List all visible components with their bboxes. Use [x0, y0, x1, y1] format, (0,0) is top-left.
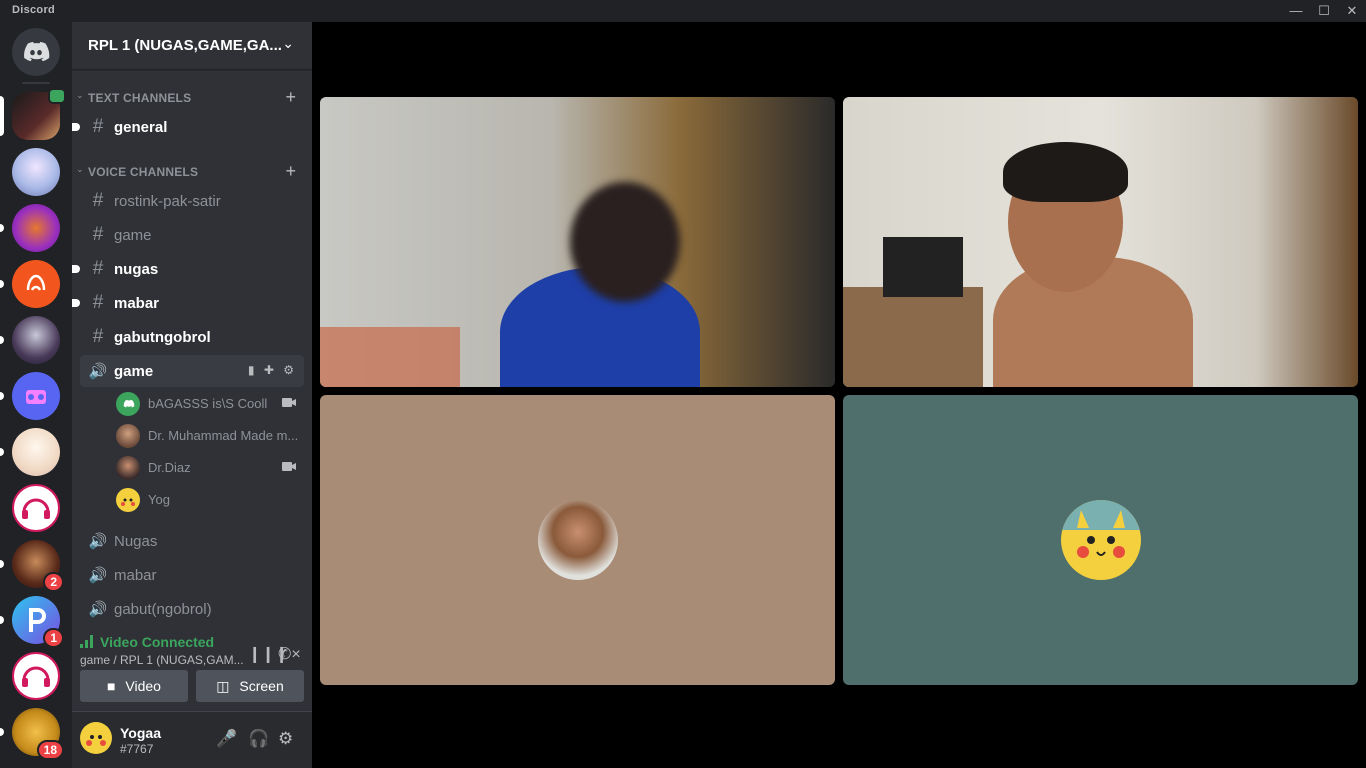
server-icon[interactable]: [0, 316, 60, 364]
screen-share-button[interactable]: ◫ Screen: [196, 670, 304, 702]
channel-general[interactable]: # general: [72, 111, 304, 143]
speaker-icon: 🔊: [88, 363, 108, 380]
guild-header[interactable]: RPL 1 (NUGAS,GAME,GA... ⌄: [72, 22, 312, 70]
video-active-icon: [48, 88, 66, 104]
camera-icon: [282, 398, 296, 407]
server-icon[interactable]: [12, 484, 60, 532]
category-voice-channels[interactable]: ⌄ VOICE CHANNELS +: [72, 161, 312, 182]
chevron-down-icon: ⌄: [76, 90, 84, 100]
home-button[interactable]: [12, 28, 60, 76]
add-channel-icon[interactable]: +: [285, 87, 296, 108]
channel-rostink-pak-satir[interactable]: # rostink-pak-satir: [80, 185, 304, 217]
voice-user[interactable]: bAGASSS is\S Cooll: [108, 390, 304, 418]
hash-icon: #: [92, 116, 104, 137]
channel-mabar[interactable]: # mabar: [72, 287, 304, 319]
camera-icon: ■: [107, 678, 116, 694]
voice-channel-gabut-ngobrol[interactable]: 🔊 gabut(ngobrol): [80, 593, 304, 625]
server-icon-active[interactable]: [0, 88, 66, 140]
chevron-down-icon: ⌄: [76, 164, 84, 174]
speaker-icon: 🔊: [88, 533, 108, 550]
channel-sidebar: RPL 1 (NUGAS,GAME,GA... ⌄ ⌄ TEXT CHANNEL…: [72, 22, 312, 768]
mention-badge: 2: [43, 572, 64, 592]
speaker-icon: 🔊: [88, 601, 108, 618]
voice-channel-game[interactable]: 🔊 game ▮ ✚ ⚙: [80, 355, 304, 387]
video-button[interactable]: ■ Video: [80, 670, 188, 702]
audio-tile[interactable]: [320, 395, 835, 685]
minimize-icon[interactable]: —: [1282, 0, 1310, 22]
user-avatar[interactable]: [80, 722, 112, 754]
voice-channel-mabar[interactable]: 🔊 mabar: [80, 559, 304, 591]
unread-indicator: [72, 299, 80, 307]
disconnect-icon[interactable]: ✆×: [278, 644, 301, 664]
server-icon[interactable]: [0, 260, 60, 308]
chevron-down-icon: ⌄: [282, 35, 294, 51]
camera-icon: [282, 462, 296, 471]
hash-icon: #: [92, 292, 104, 313]
headphones-icon[interactable]: 🎧: [248, 729, 269, 749]
gear-icon[interactable]: ⚙: [283, 363, 294, 377]
signal-icon[interactable]: [80, 635, 94, 648]
maximize-icon[interactable]: ☐: [1310, 0, 1338, 22]
screen-share-icon: ◫: [216, 678, 230, 694]
hash-icon: #: [92, 224, 104, 245]
unread-indicator: [72, 123, 80, 131]
server-list: 2 1 18: [0, 22, 72, 768]
hash-icon: #: [92, 190, 104, 211]
video-grid: [312, 22, 1366, 768]
voice-channel-nugas[interactable]: 🔊 Nugas: [80, 525, 304, 557]
voice-user[interactable]: Yog: [108, 486, 304, 514]
chat-icon[interactable]: ▮: [248, 363, 255, 377]
channel-game-text[interactable]: # game: [80, 219, 304, 251]
avatar: [116, 424, 140, 448]
close-icon[interactable]: ✕: [1338, 0, 1366, 22]
video-tile[interactable]: [320, 97, 835, 387]
voice-connection-panel: Video Connected game / RPL 1 (NUGAS,GAM.…: [72, 628, 312, 712]
voice-status[interactable]: Video Connected: [100, 634, 214, 650]
avatar: [116, 456, 140, 480]
app-title: Discord: [12, 4, 56, 16]
speaker-icon: 🔊: [88, 567, 108, 584]
server-separator: [22, 82, 50, 84]
server-icon[interactable]: [0, 372, 60, 420]
user-panel: Yogaa #7767 🎤 🎧 ⚙: [72, 712, 312, 768]
mention-badge: 18: [36, 740, 64, 760]
server-icon[interactable]: [12, 148, 60, 196]
title-bar: Discord — ☐ ✕: [0, 0, 1366, 22]
server-icon[interactable]: [0, 204, 60, 252]
avatar: [116, 392, 140, 416]
guild-name: RPL 1 (NUGAS,GAME,GA...: [88, 37, 282, 54]
mention-badge: 1: [43, 628, 64, 648]
hash-icon: #: [92, 326, 104, 347]
avatar: [116, 488, 140, 512]
audio-tile[interactable]: [843, 395, 1358, 685]
hash-icon: #: [92, 258, 104, 279]
user-tag: #7767: [120, 742, 154, 756]
add-channel-icon[interactable]: +: [285, 161, 296, 182]
selected-indicator: [0, 96, 4, 136]
participant-avatar: [1060, 500, 1141, 580]
server-icon[interactable]: 2: [0, 540, 64, 592]
username: Yogaa: [120, 725, 161, 741]
server-icon[interactable]: [0, 428, 60, 476]
server-icon[interactable]: 18: [0, 708, 64, 760]
voice-user[interactable]: Dr.Diaz: [108, 454, 304, 482]
gear-icon[interactable]: ⚙: [278, 729, 293, 749]
unread-indicator: [72, 265, 80, 273]
server-icon[interactable]: 1: [0, 596, 64, 648]
voice-location[interactable]: game / RPL 1 (NUGAS,GAM...: [80, 653, 244, 667]
channel-nugas[interactable]: # nugas: [72, 253, 304, 285]
microphone-icon[interactable]: 🎤: [216, 729, 237, 749]
channel-gabutngobrol[interactable]: # gabutngobrol: [80, 321, 304, 353]
category-text-channels[interactable]: ⌄ TEXT CHANNELS +: [72, 87, 312, 108]
video-tile[interactable]: [843, 97, 1358, 387]
invite-icon[interactable]: ✚: [264, 363, 274, 377]
discord-logo-icon: [24, 41, 50, 62]
voice-user[interactable]: Dr. Muhammad Made m...: [108, 422, 304, 450]
participant-avatar: [537, 500, 618, 580]
server-icon[interactable]: [12, 652, 60, 700]
